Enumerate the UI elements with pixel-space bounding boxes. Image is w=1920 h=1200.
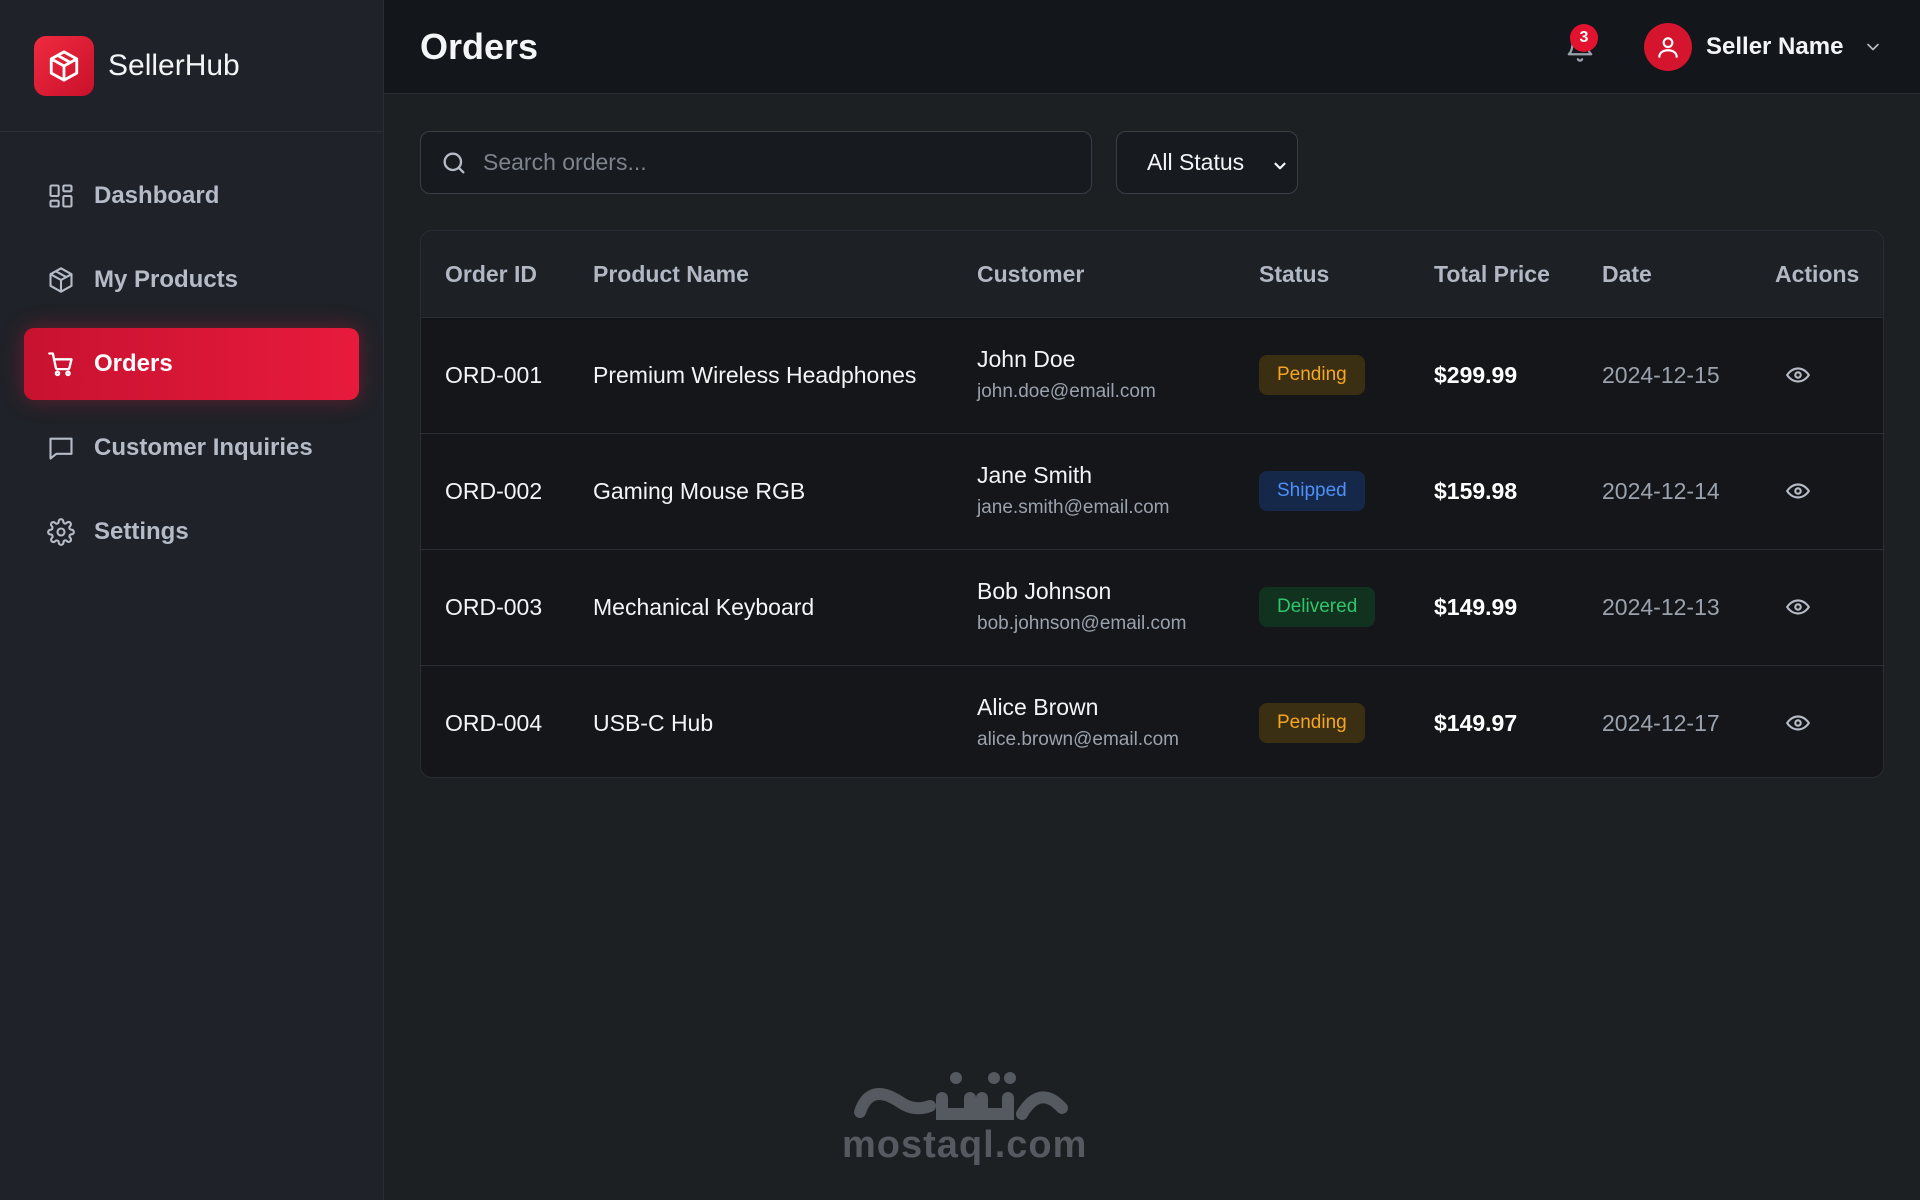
product-name: Mechanical Keyboard — [593, 594, 815, 620]
total-price: $149.97 — [1434, 710, 1518, 736]
total-price: $159.98 — [1434, 478, 1518, 504]
chat-icon — [46, 433, 76, 463]
customer-email: alice.brown@email.com — [977, 729, 1179, 750]
sidebar-item-label: Settings — [94, 518, 189, 545]
table-row[interactable]: ORD-002 Gaming Mouse RGB Jane Smith jane… — [421, 433, 1883, 549]
avatar — [1644, 23, 1692, 71]
brand[interactable]: SellerHub — [0, 0, 383, 132]
notification-count-badge: 3 — [1570, 24, 1598, 52]
dashboard-icon — [46, 181, 76, 211]
customer-name: Jane Smith — [977, 462, 1093, 488]
table-header: Order ID Product Name Customer Status To… — [421, 231, 1883, 317]
top-header: Orders 3 Seller Name — [384, 0, 1920, 94]
column-header-order-id: Order ID — [445, 260, 538, 287]
search-icon — [439, 148, 469, 178]
sidebar-item-dashboard[interactable]: Dashboard — [24, 160, 359, 232]
order-id: ORD-001 — [445, 362, 543, 388]
user-name: Seller Name — [1706, 33, 1844, 60]
order-id: ORD-004 — [445, 710, 543, 736]
chevron-down-icon — [1863, 37, 1883, 57]
sidebar-item-my-products[interactable]: My Products — [24, 244, 359, 316]
cart-icon — [46, 349, 76, 379]
customer-name: Bob Johnson — [977, 578, 1112, 604]
view-order-button[interactable] — [1783, 360, 1813, 390]
status-badge: Shipped — [1259, 471, 1365, 511]
search-box — [420, 131, 1092, 194]
product-name: Premium Wireless Headphones — [593, 362, 917, 388]
table-row[interactable]: ORD-004 USB-C Hub Alice Brown alice.brow… — [421, 665, 1883, 777]
sidebar-item-orders[interactable]: Orders — [24, 328, 359, 400]
order-date: 2024-12-17 — [1602, 710, 1720, 736]
order-id: ORD-002 — [445, 478, 543, 504]
column-header-product-name: Product Name — [593, 260, 749, 287]
order-date: 2024-12-15 — [1602, 362, 1720, 388]
page-title: Orders — [420, 25, 539, 67]
order-date: 2024-12-13 — [1602, 594, 1720, 620]
product-name: Gaming Mouse RGB — [593, 478, 806, 504]
column-header-total-price: Total Price — [1434, 260, 1550, 287]
view-order-button[interactable] — [1783, 592, 1813, 622]
sidebar-item-label: Customer Inquiries — [94, 434, 313, 461]
watermark-text: mostaql.com — [842, 1124, 1088, 1166]
column-header-status: Status — [1259, 260, 1330, 287]
sidebar-item-label: Orders — [94, 350, 173, 377]
status-badge: Pending — [1259, 355, 1365, 395]
product-name: USB-C Hub — [593, 710, 714, 736]
view-order-button[interactable] — [1783, 708, 1813, 738]
sidebar-item-settings[interactable]: Settings — [24, 496, 359, 568]
view-order-button[interactable] — [1783, 476, 1813, 506]
search-input[interactable] — [483, 132, 1091, 193]
sidebar-nav: Dashboard My Products Orders Customer In… — [0, 132, 383, 568]
sidebar-item-label: My Products — [94, 266, 239, 293]
customer-cell: Bob Johnson bob.johnson@email.com — [977, 578, 1186, 635]
eye-icon — [1785, 715, 1811, 731]
column-header-date: Date — [1602, 260, 1652, 287]
total-price: $149.99 — [1434, 594, 1518, 620]
gear-icon — [46, 517, 76, 547]
box-icon — [46, 265, 76, 295]
sidebar-item-label: Dashboard — [94, 182, 220, 209]
eye-icon — [1785, 599, 1811, 615]
order-date: 2024-12-14 — [1602, 478, 1720, 504]
brand-name: SellerHub — [108, 48, 240, 82]
column-header-customer: Customer — [977, 260, 1085, 287]
customer-email: bob.johnson@email.com — [977, 613, 1187, 634]
sidebar: SellerHub Dashboard My Products Orders C… — [0, 0, 384, 1200]
total-price: $299.99 — [1434, 362, 1518, 388]
chevron-down-icon — [1271, 154, 1289, 181]
status-filter-select[interactable]: All Status — [1116, 131, 1298, 194]
customer-email: john.doe@email.com — [977, 381, 1156, 402]
box-icon — [34, 35, 94, 96]
status-badge: Pending — [1259, 703, 1365, 743]
customer-cell: John Doe john.doe@email.com — [977, 346, 1156, 403]
column-header-actions: Actions — [1775, 260, 1860, 287]
customer-cell: Jane Smith jane.smith@email.com — [977, 462, 1169, 519]
table-row[interactable]: ORD-003 Mechanical Keyboard Bob Johnson … — [421, 549, 1883, 665]
watermark: mostaql.com — [842, 1060, 1088, 1167]
eye-icon — [1785, 367, 1811, 383]
status-badge: Delivered — [1259, 587, 1376, 627]
customer-cell: Alice Brown alice.brown@email.com — [977, 694, 1179, 751]
order-id: ORD-003 — [445, 594, 543, 620]
orders-table: Order ID Product Name Customer Status To… — [420, 230, 1884, 778]
customer-name: John Doe — [977, 346, 1076, 372]
customer-name: Alice Brown — [977, 694, 1099, 720]
sidebar-item-customer-inquiries[interactable]: Customer Inquiries — [24, 412, 359, 484]
status-filter-value: All Status — [1147, 149, 1245, 175]
user-icon — [1658, 37, 1678, 58]
table-row[interactable]: ORD-001 Premium Wireless Headphones John… — [421, 317, 1883, 433]
eye-icon — [1785, 483, 1811, 499]
customer-email: jane.smith@email.com — [977, 497, 1170, 518]
user-menu[interactable]: Seller Name — [1644, 22, 1883, 72]
